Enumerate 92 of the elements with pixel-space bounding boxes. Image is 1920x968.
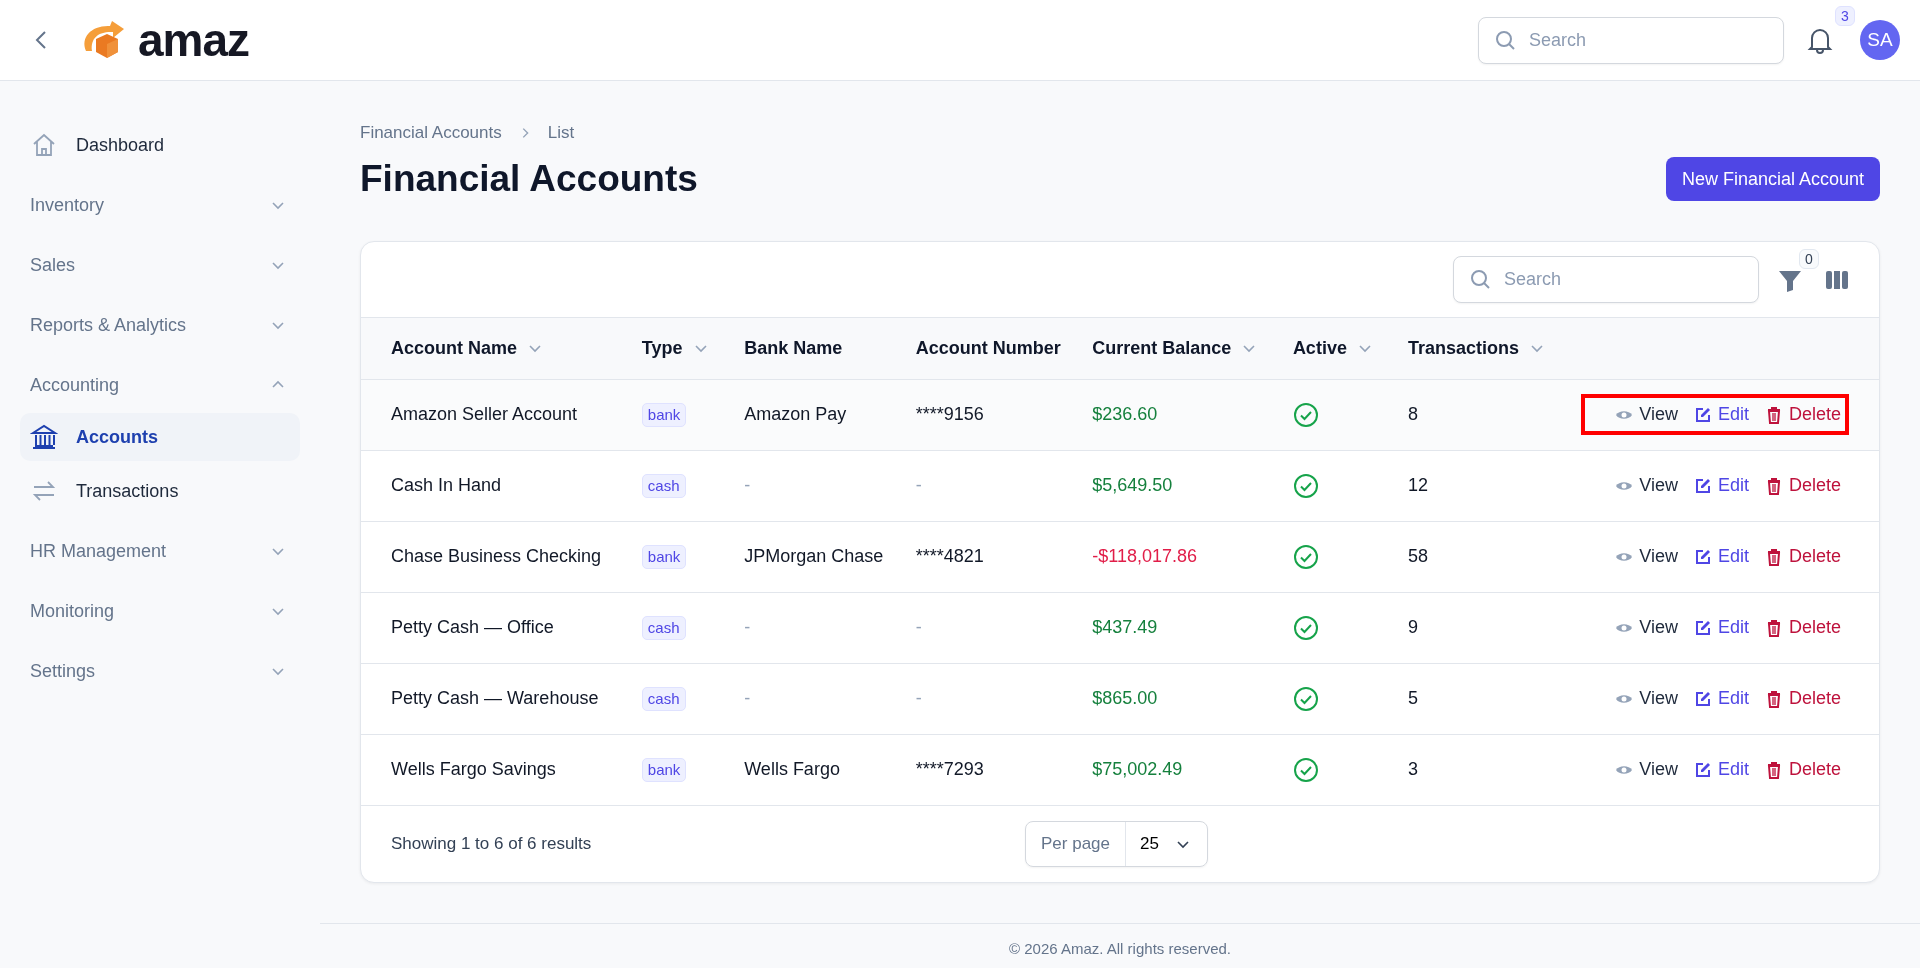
table-cell: - xyxy=(915,475,922,495)
table-cell: 58 xyxy=(1408,546,1429,566)
table-cell: Chase Business Checking xyxy=(391,546,602,566)
table-cell: Amazon Pay xyxy=(744,404,847,424)
row-action-link[interactable]: Delete xyxy=(1764,617,1841,638)
table-cell: - xyxy=(744,617,751,637)
row-action-link[interactable]: View xyxy=(1615,475,1678,496)
search-field[interactable]: Search xyxy=(1453,256,1759,303)
table-cell: 12 xyxy=(1408,475,1429,495)
row-action-link[interactable]: Delete xyxy=(1764,475,1841,496)
row-action-link[interactable]: Edit xyxy=(1693,759,1749,780)
type-tag: bank xyxy=(641,402,687,427)
nav-item[interactable]: HR Management xyxy=(20,527,300,575)
table-cell: 3 xyxy=(1408,759,1419,779)
bank-icon xyxy=(30,423,58,451)
type-tag: cash xyxy=(641,686,686,711)
row-action-link[interactable]: View xyxy=(1615,617,1678,638)
table-cell: Petty Cash — Warehouse xyxy=(391,688,599,708)
pencil-square-icon xyxy=(1693,405,1712,424)
results-summary: Showing 1 to 6 of 6 results xyxy=(391,833,592,854)
row-action-link[interactable]: View xyxy=(1615,404,1678,425)
table-cell: ****9156 xyxy=(915,404,984,424)
table-cell: Wells Fargo Savings xyxy=(391,759,556,779)
per-page-label: Per page xyxy=(1026,821,1126,866)
pencil-square-icon xyxy=(1693,547,1712,566)
nav-item[interactable]: Inventory xyxy=(20,181,300,229)
table-cell: 5 xyxy=(1408,688,1419,708)
row-action-link[interactable]: Delete xyxy=(1764,546,1841,567)
nav-item[interactable]: Reports & Analytics xyxy=(20,301,300,349)
pencil-square-icon xyxy=(1693,476,1712,495)
column-header[interactable]: Account Name xyxy=(391,337,518,359)
table-cell: - xyxy=(744,688,751,708)
nav-item[interactable]: Settings xyxy=(20,647,300,695)
type-tag: bank xyxy=(641,757,687,782)
pencil-square-icon xyxy=(1693,760,1712,779)
filter-count-badge: 0 xyxy=(1799,248,1819,269)
table-cell: - xyxy=(915,617,922,637)
row-action-link[interactable]: Delete xyxy=(1764,404,1841,425)
nav-item[interactable]: Dashboard xyxy=(20,121,300,169)
column-header: Bank Name xyxy=(744,337,843,359)
table-cell: Cash In Hand xyxy=(391,475,502,495)
nav-item[interactable]: Accounting xyxy=(20,361,300,409)
pencil-square-icon xyxy=(1693,689,1712,708)
nav-item[interactable]: Transactions xyxy=(20,467,300,515)
type-tag: cash xyxy=(641,473,686,498)
row-action-link[interactable]: Edit xyxy=(1693,404,1749,425)
row-action-link[interactable]: Delete xyxy=(1764,688,1841,709)
column-header: Account Number xyxy=(915,337,1061,359)
copyright-text: © 2026 Amaz. All rights reserved. xyxy=(1009,939,1231,957)
row-action-link[interactable]: Delete xyxy=(1764,759,1841,780)
nav-item[interactable]: Sales xyxy=(20,241,300,289)
table-cell: JPMorgan Chase xyxy=(744,546,884,566)
table-cell: - xyxy=(915,688,922,708)
row-action-link[interactable]: Edit xyxy=(1693,475,1749,496)
table-cell: ****7293 xyxy=(915,759,984,779)
row-action-link[interactable]: Edit xyxy=(1693,546,1749,567)
page-title: Financial Accounts xyxy=(360,158,698,200)
search-field[interactable]: Search xyxy=(1478,16,1784,64)
table-cell: 8 xyxy=(1408,404,1419,424)
column-header[interactable]: Active xyxy=(1292,337,1347,359)
table-cell: Amazon Seller Account xyxy=(391,404,578,424)
table-cell: - xyxy=(744,475,751,495)
row-action-link[interactable]: View xyxy=(1615,688,1678,709)
columns-icon[interactable] xyxy=(1825,269,1849,290)
table-cell: 9 xyxy=(1408,617,1419,637)
balance-cell: $75,002.49 xyxy=(1092,759,1183,779)
breadcrumb-link[interactable]: Financial Accounts xyxy=(360,123,502,143)
table-cell: Wells Fargo xyxy=(744,759,840,779)
row-action-link[interactable]: View xyxy=(1615,546,1678,567)
user-avatar[interactable]: SA xyxy=(1860,20,1900,60)
pencil-square-icon xyxy=(1693,618,1712,637)
row-action-link[interactable]: Edit xyxy=(1693,688,1749,709)
brand-name: amaz xyxy=(138,13,250,67)
new-account-button[interactable]: New Financial Account xyxy=(1665,157,1880,201)
nav-item[interactable]: Monitoring xyxy=(20,587,300,635)
type-tag: cash xyxy=(641,615,686,640)
row-action-link[interactable]: View xyxy=(1615,759,1678,780)
balance-cell: $865.00 xyxy=(1092,688,1158,708)
balance-cell: $437.49 xyxy=(1092,617,1158,637)
balance-cell: $5,649.50 xyxy=(1092,475,1173,495)
nav-item[interactable]: Accounts xyxy=(20,413,300,461)
table-cell: Petty Cash — Office xyxy=(391,617,554,637)
balance-cell: $236.60 xyxy=(1092,404,1158,424)
notification-badge: 3 xyxy=(1835,6,1855,26)
column-header[interactable]: Type xyxy=(641,337,683,359)
row-action-link[interactable]: Edit xyxy=(1693,617,1749,638)
type-tag: bank xyxy=(641,544,687,569)
search-icon xyxy=(1494,28,1516,51)
per-page-select[interactable]: 25 xyxy=(1126,821,1207,866)
balance-cell: -$118,017.86 xyxy=(1092,546,1197,566)
table-cell: ****4821 xyxy=(915,546,984,566)
search-icon xyxy=(1469,268,1491,290)
